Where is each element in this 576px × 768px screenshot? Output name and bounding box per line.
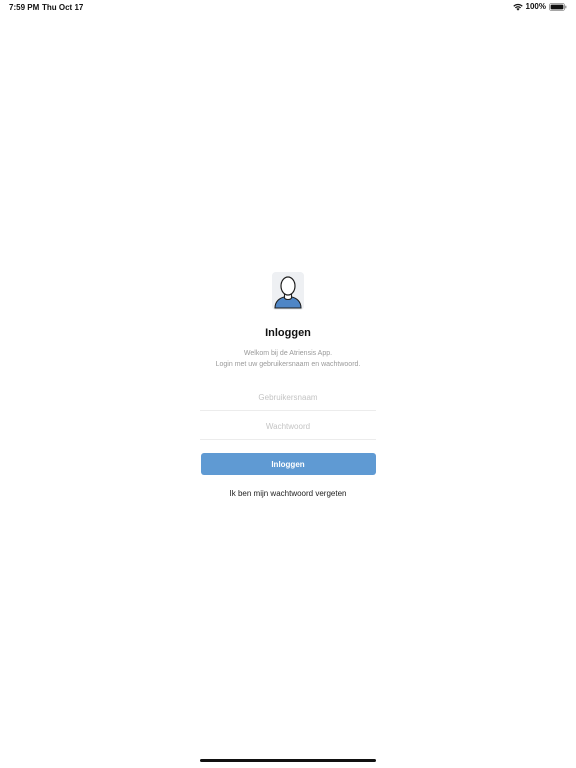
login-title: Inloggen [265,327,311,339]
password-input[interactable] [200,420,376,432]
battery-icon [549,2,567,11]
subtitle-instruction: Login met uw gebruikersnaam en wachtwoor… [215,361,361,368]
username-field-wrapper [200,384,376,411]
forgot-password-link[interactable]: Ik ben mijn wachtwoord vergeten [200,489,376,498]
status-indicators: 100% [512,2,567,11]
subtitle-welcome: Welkom bij de Atriensis App. [243,350,333,357]
username-input[interactable] [200,391,376,403]
status-date: Thu Oct 17 [42,3,84,12]
status-bar: 7:59 PM Thu Oct 17 100% [0,0,576,16]
battery-percentage: 100% [525,2,546,11]
user-avatar-icon [272,272,304,310]
status-time: 7:59 PM [9,3,40,12]
login-subtitle: Welkom bij de Atriensis App. Login met u… [200,348,376,370]
wifi-icon [512,3,523,11]
login-form: Inloggen Welkom bij de Atriensis App. Lo… [200,272,376,498]
login-button[interactable]: Inloggen [200,453,376,475]
login-screen: 7:59 PM Thu Oct 17 100% Inloggen Welkom … [0,0,576,768]
home-indicator[interactable] [200,759,376,762]
password-field-wrapper [200,413,376,440]
